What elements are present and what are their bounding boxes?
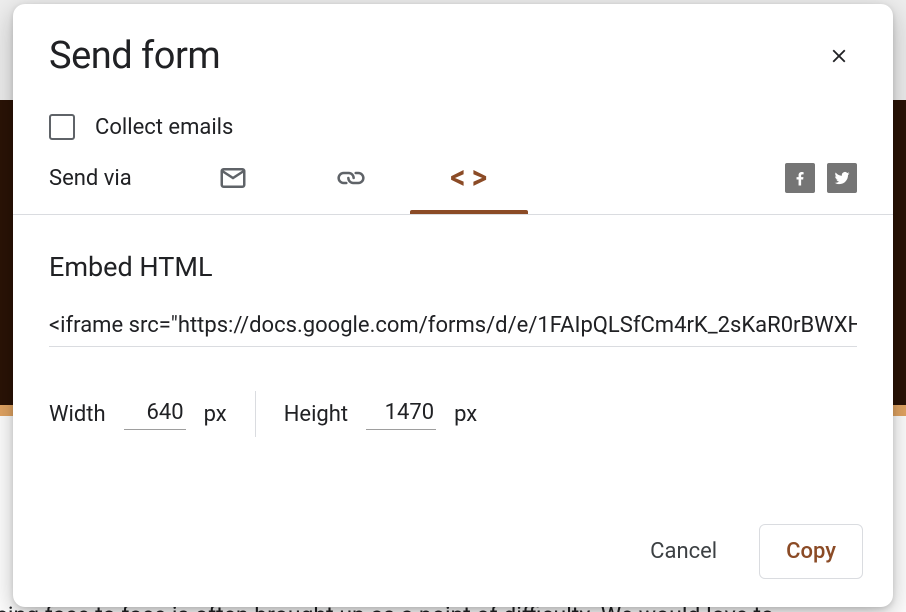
- collect-emails-row: Collect emails: [13, 90, 893, 158]
- height-unit: px: [454, 402, 477, 427]
- cancel-button[interactable]: Cancel: [624, 524, 743, 579]
- height-label: Height: [284, 402, 348, 427]
- dialog-title: Send form: [49, 34, 220, 78]
- link-icon: [336, 163, 366, 193]
- embed-code-field[interactable]: [49, 307, 857, 347]
- tab-link[interactable]: [302, 158, 400, 198]
- share-twitter-button[interactable]: [827, 163, 857, 193]
- twitter-icon: [833, 169, 851, 187]
- tab-active-indicator: [410, 210, 528, 214]
- collect-emails-checkbox[interactable]: [49, 114, 75, 140]
- collect-emails-label: Collect emails: [95, 115, 233, 140]
- section-title: Embed HTML: [49, 251, 857, 283]
- width-group: Width px: [49, 398, 227, 430]
- dialog-header: Send form: [13, 4, 893, 90]
- send-via-label: Send via: [49, 166, 132, 191]
- close-button[interactable]: [821, 38, 857, 74]
- send-via-row: Send via <>: [13, 158, 893, 214]
- height-input[interactable]: [366, 398, 436, 430]
- tab-embed[interactable]: <>: [420, 158, 518, 198]
- dialog-actions: Cancel Copy: [13, 504, 893, 607]
- code-icon: <>: [450, 161, 487, 196]
- dimensions-row: Width px Height px: [49, 391, 857, 437]
- width-label: Width: [49, 402, 106, 427]
- embed-section: Embed HTML Width px Height px: [13, 215, 893, 437]
- copy-button[interactable]: Copy: [759, 524, 863, 579]
- send-via-tabs: <>: [184, 158, 518, 198]
- width-unit: px: [204, 402, 227, 427]
- close-icon: [828, 45, 850, 67]
- email-icon: [218, 163, 248, 193]
- share-facebook-button[interactable]: [785, 163, 815, 193]
- social-share: [785, 163, 857, 193]
- facebook-icon: [791, 169, 809, 187]
- tab-email[interactable]: [184, 158, 282, 198]
- height-group: Height px: [284, 398, 478, 430]
- vertical-separator: [255, 391, 256, 437]
- width-input[interactable]: [124, 398, 186, 430]
- send-form-dialog: Send form Collect emails Send via: [13, 4, 893, 607]
